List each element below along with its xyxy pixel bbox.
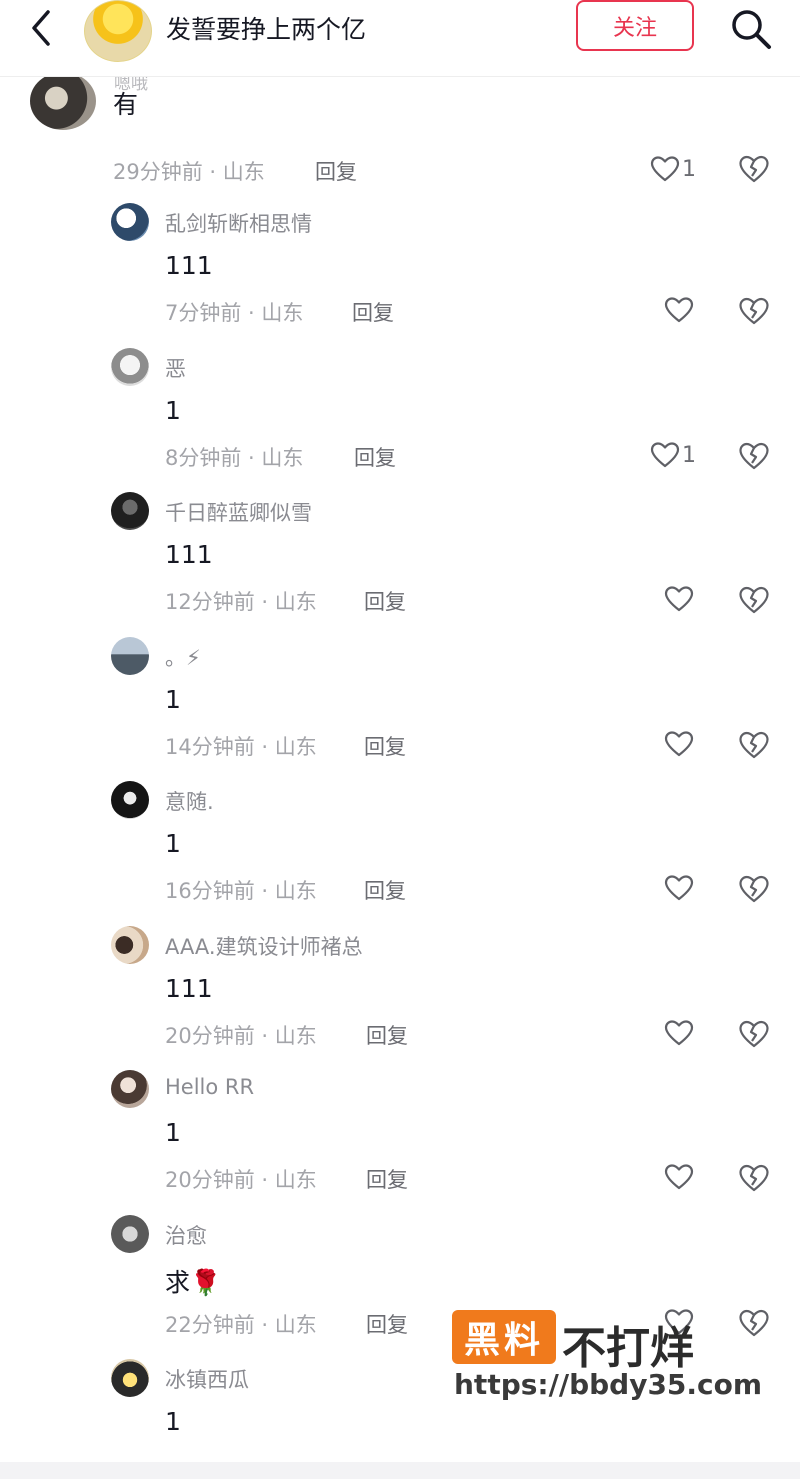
reply-button[interactable]: 回复 xyxy=(352,297,394,327)
like-button[interactable] xyxy=(664,585,696,613)
like-count: 1 xyxy=(682,156,696,182)
reply-time: 12分钟前 · 山东 xyxy=(165,590,317,614)
reply-username[interactable]: 恶 xyxy=(165,353,186,383)
reply-text: 1 xyxy=(165,829,181,858)
reply-time: 20分钟前 · 山东 xyxy=(165,1168,317,1192)
dislike-button[interactable] xyxy=(738,1308,770,1342)
reply-text: 1 xyxy=(165,1118,181,1147)
watermark: 黑料 不打烊 https://bbdy35.com xyxy=(452,1310,762,1404)
reply-button[interactable]: 回复 xyxy=(364,731,406,761)
like-button[interactable] xyxy=(664,1163,696,1191)
search-icon[interactable] xyxy=(728,6,774,52)
avatar[interactable] xyxy=(111,637,149,675)
dislike-button[interactable] xyxy=(738,1019,770,1053)
reply-username[interactable]: Hello RR xyxy=(165,1075,254,1099)
reply-text: 1 xyxy=(165,1407,181,1436)
heart-icon xyxy=(664,297,694,323)
broken-heart-icon xyxy=(739,586,769,614)
reply-text: 111 xyxy=(165,540,213,569)
reply-time: 20分钟前 · 山东 xyxy=(165,1024,317,1048)
dislike-button[interactable] xyxy=(738,441,770,475)
broken-heart-icon xyxy=(739,297,769,325)
heart-icon xyxy=(664,1164,694,1190)
like-button[interactable] xyxy=(664,296,696,324)
reply-username[interactable]: 治愈 xyxy=(165,1220,207,1250)
reply-button[interactable]: 回复 xyxy=(366,1020,408,1050)
like-button[interactable]: 1 xyxy=(650,155,696,183)
avatar[interactable] xyxy=(111,1215,149,1253)
reply-button[interactable]: 回复 xyxy=(315,156,357,186)
avatar[interactable] xyxy=(111,781,149,819)
broken-heart-icon xyxy=(739,1309,769,1337)
back-icon[interactable] xyxy=(22,8,62,48)
heart-icon xyxy=(650,156,680,182)
reply-username[interactable]: AAA.建筑设计师褚总 xyxy=(165,931,363,961)
reply-button[interactable]: 回复 xyxy=(366,1164,408,1194)
watermark-badge: 黑料 xyxy=(452,1310,556,1364)
reply-username[interactable]: 。⚡ xyxy=(165,642,201,672)
like-button[interactable] xyxy=(664,874,696,902)
dislike-button[interactable] xyxy=(738,154,770,188)
comment-text: 有 xyxy=(113,90,139,119)
dislike-button[interactable] xyxy=(738,296,770,330)
reply-username[interactable]: 千日醉蓝卿似雪 xyxy=(165,497,312,527)
broken-heart-icon xyxy=(739,1164,769,1192)
reply-username[interactable]: 意随. xyxy=(165,786,214,816)
like-button[interactable]: 1 xyxy=(650,441,696,469)
comment-time: 29分钟前 · 山东 xyxy=(113,160,265,184)
reply-time: 7分钟前 · 山东 xyxy=(165,301,304,325)
broken-heart-icon xyxy=(739,731,769,759)
reply-username[interactable]: 乱剑斩断相思情 xyxy=(165,208,312,238)
reply-text: 求🌹 xyxy=(165,1268,222,1297)
avatar[interactable] xyxy=(111,1070,149,1108)
top-bar: 发誓要挣上两个亿 关注 xyxy=(0,0,800,77)
follow-button[interactable]: 关注 xyxy=(576,0,694,51)
dislike-button[interactable] xyxy=(738,585,770,619)
broken-heart-icon xyxy=(739,442,769,470)
reply-time: 8分钟前 · 山东 xyxy=(165,446,304,470)
reply-button[interactable]: 回复 xyxy=(354,442,396,472)
like-button[interactable] xyxy=(664,730,696,758)
reply-username[interactable]: 冰镇西瓜 xyxy=(165,1364,249,1394)
reply-text: 111 xyxy=(165,974,213,1003)
reply-time: 14分钟前 · 山东 xyxy=(165,735,317,759)
reply-button[interactable]: 回复 xyxy=(366,1309,408,1339)
reply-time: 16分钟前 · 山东 xyxy=(165,879,317,903)
reply-text: 1 xyxy=(165,685,181,714)
avatar[interactable] xyxy=(30,72,96,130)
avatar[interactable] xyxy=(111,1359,149,1397)
avatar[interactable] xyxy=(111,203,149,241)
broken-heart-icon xyxy=(739,875,769,903)
broken-heart-icon xyxy=(739,1020,769,1048)
reply-button[interactable]: 回复 xyxy=(364,586,406,616)
like-button[interactable] xyxy=(664,1019,696,1047)
reply-time: 22分钟前 · 山东 xyxy=(165,1313,317,1337)
watermark-url: https://bbdy35.com xyxy=(454,1368,763,1401)
avatar[interactable] xyxy=(111,492,149,530)
dislike-button[interactable] xyxy=(738,1163,770,1197)
like-count: 1 xyxy=(682,442,696,468)
avatar[interactable] xyxy=(111,926,149,964)
author-name[interactable]: 发誓要挣上两个亿 xyxy=(166,10,366,46)
broken-heart-icon xyxy=(739,155,769,183)
reply-button[interactable]: 回复 xyxy=(364,875,406,905)
heart-icon xyxy=(650,442,680,468)
dislike-button[interactable] xyxy=(738,874,770,908)
heart-icon xyxy=(664,731,694,757)
reply-text: 111 xyxy=(165,251,213,280)
heart-icon xyxy=(664,1020,694,1046)
avatar[interactable] xyxy=(111,348,149,386)
dislike-button[interactable] xyxy=(738,730,770,764)
watermark-text: 不打烊 xyxy=(562,1323,694,1374)
author-avatar[interactable] xyxy=(84,0,152,62)
reply-text: 1 xyxy=(165,396,181,425)
heart-icon xyxy=(664,875,694,901)
bottom-bar xyxy=(0,1462,800,1479)
heart-icon xyxy=(664,586,694,612)
